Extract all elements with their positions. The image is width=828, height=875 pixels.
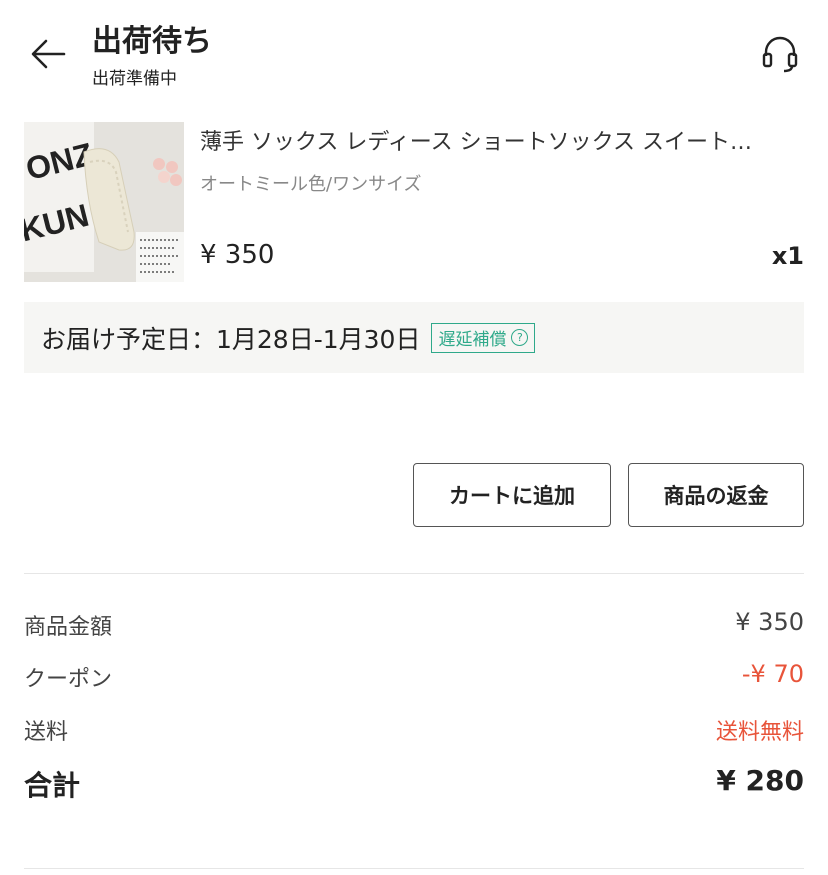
shipping-value: 送料無料 — [715, 720, 804, 745]
coupon-label: クーポン — [24, 667, 113, 692]
product-photo: ONZ KUN — [24, 122, 184, 282]
total-label: 合計 — [24, 769, 81, 802]
product-quantity: x1 — [771, 242, 804, 270]
product-image[interactable]: ONZ KUN — [24, 122, 184, 282]
total-value: ¥ 280 — [716, 764, 804, 797]
product-name[interactable]: 薄手 ソックス レディース ショートソックス スイート… — [200, 124, 804, 156]
back-button[interactable] — [24, 30, 72, 78]
coupon-value: -¥ 70 — [741, 660, 804, 688]
add-to-cart-button[interactable]: カートに追加 — [413, 463, 611, 527]
product-price: ¥ 350 — [200, 240, 275, 270]
delivery-date: お届け予定日：1月28日-1月30日 — [41, 324, 421, 354]
delay-compensation-badge[interactable]: 遅延補償 ? — [431, 322, 536, 353]
subtotal-label: 商品金額 — [24, 615, 113, 640]
order-detail-page: 出荷待ち 出荷準備中 ONZ KUN 薄手 ソックス レディース ショートソック… — [0, 0, 828, 875]
shipping-label: 送料 — [24, 720, 69, 745]
divider — [24, 573, 804, 574]
refund-button[interactable]: 商品の返金 — [628, 463, 804, 527]
subtotal-value: ¥ 350 — [735, 608, 804, 636]
order-status: 出荷準備中 — [92, 69, 177, 89]
delay-compensation-label: 遅延補償 — [438, 330, 507, 350]
page-title: 出荷待ち — [92, 24, 212, 59]
delivery-estimate: お届け予定日：1月28日-1月30日 遅延補償 ? — [24, 302, 804, 373]
divider — [24, 868, 804, 869]
arrow-left-icon — [31, 39, 66, 69]
help-icon: ? — [511, 329, 529, 346]
headset-icon — [762, 36, 798, 73]
customer-support-button[interactable] — [756, 30, 804, 78]
product-variant: オートミール色/ワンサイズ — [200, 174, 422, 195]
